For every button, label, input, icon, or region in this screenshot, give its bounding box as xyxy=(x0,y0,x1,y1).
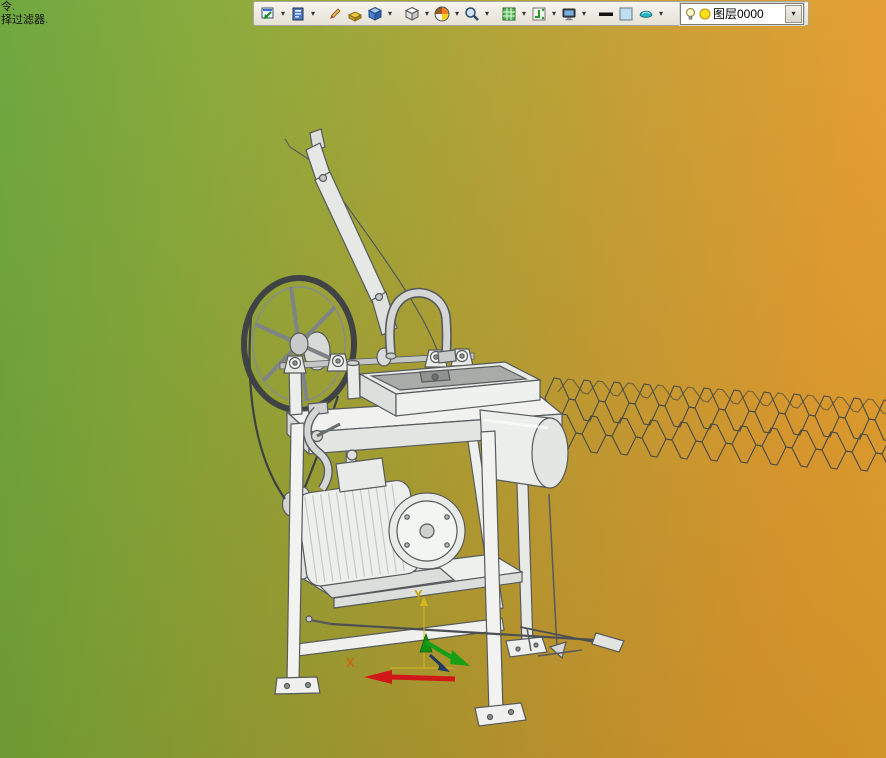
machine-model[interactable] xyxy=(241,128,625,727)
dropdown-chevron[interactable]: ▾ xyxy=(452,4,462,24)
dropdown-chevron[interactable]: ▾ xyxy=(385,4,395,24)
command-prompt-line1: 令. xyxy=(1,1,16,13)
command-prompt-line2: 择过滤器. xyxy=(1,14,49,26)
line-width-icon[interactable] xyxy=(596,4,616,24)
layer-visibility-bulb-icon[interactable] xyxy=(684,7,697,21)
blue-document-icon[interactable] xyxy=(288,4,308,24)
yellow-part-icon[interactable] xyxy=(345,4,365,24)
dropdown-chevron[interactable]: ▾ xyxy=(308,4,318,24)
dropdown-chevron[interactable]: ▾ xyxy=(482,4,492,24)
lever-linkage xyxy=(284,128,438,351)
magnifier-icon[interactable] xyxy=(462,4,482,24)
color-wheel-icon[interactable] xyxy=(432,4,452,24)
window-arrow-icon[interactable] xyxy=(258,4,278,24)
axis-y-label: Y xyxy=(414,587,423,602)
layer-dropdown-arrow[interactable]: ▾ xyxy=(785,4,802,23)
blue-cube-icon[interactable] xyxy=(365,4,385,24)
monitor-icon[interactable] xyxy=(559,4,579,24)
formed-wire xyxy=(544,377,886,472)
color-swatch-icon[interactable] xyxy=(616,4,636,24)
pencil-icon[interactable] xyxy=(325,4,345,24)
dropdown-chevron[interactable]: ▾ xyxy=(278,4,288,24)
layer-selector[interactable]: 图层0000 ▾ xyxy=(680,2,804,25)
layer-name: 图层0000 xyxy=(713,7,764,21)
application-window: 令. 择过滤器. Y X ▾ ▾ ▾ ▾ ▾ ▾ ▾ ▾ ▾ ▾ 图层0000 … xyxy=(0,0,886,758)
display-toolbar: ▾ ▾ ▾ ▾ ▾ ▾ ▾ ▾ ▾ ▾ 图层0000 ▾ xyxy=(253,1,809,26)
white-cube-icon[interactable] xyxy=(402,4,422,24)
green-grid-icon[interactable] xyxy=(499,4,519,24)
motor xyxy=(289,449,466,599)
snap-grid-icon[interactable] xyxy=(529,4,549,24)
layer-color-icon[interactable] xyxy=(699,8,711,20)
dropdown-chevron[interactable]: ▾ xyxy=(579,4,589,24)
3d-viewport[interactable]: Y X xyxy=(0,0,886,758)
command-prompt: 令. 择过滤器. xyxy=(1,1,48,27)
dropdown-chevron[interactable]: ▾ xyxy=(656,4,666,24)
axis-x-label: X xyxy=(346,655,355,670)
teal-surface-icon[interactable] xyxy=(636,4,656,24)
dropdown-chevron[interactable]: ▾ xyxy=(519,4,529,24)
dropdown-chevron[interactable]: ▾ xyxy=(549,4,559,24)
dropdown-chevron[interactable]: ▾ xyxy=(422,4,432,24)
